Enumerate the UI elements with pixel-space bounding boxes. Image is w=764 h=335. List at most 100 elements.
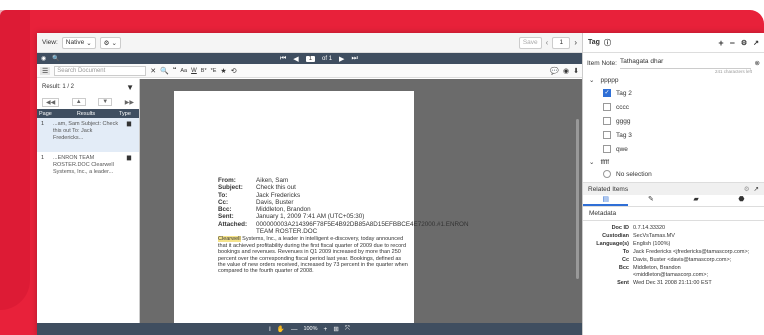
fit-icon[interactable]: ⊞: [333, 325, 338, 333]
tab-document[interactable]: ▤: [583, 195, 629, 206]
col-page: Page: [39, 110, 52, 117]
scrollbar[interactable]: [576, 119, 579, 279]
save-button[interactable]: Save: [518, 36, 542, 49]
chevron-down-icon: ⌄: [86, 39, 92, 47]
metadata-label: Metadata: [583, 207, 764, 221]
tab-attachments[interactable]: ✎: [628, 195, 673, 206]
refresh-icon[interactable]: ⟲: [231, 67, 237, 75]
hand-icon[interactable]: ✋: [277, 325, 285, 333]
table-row[interactable]: 1 ...am, Sam Subject: Check this out To:…: [37, 118, 139, 152]
gear-icon: ⚙: [103, 39, 110, 47]
info-icon[interactable]: ⓘ: [604, 38, 611, 48]
chevron-down-icon: ⌄: [111, 39, 117, 47]
checkbox-icon: [603, 145, 611, 153]
tag-group-name: fffff: [600, 158, 610, 166]
view-label: View:: [42, 39, 58, 46]
review-window: View: Native ⌄ ⚙ ⌄ Save ‹ 1 › ◉ 🔍 ⏮ ◀ 1 of…: [37, 33, 764, 335]
email-field-row: Cc: Davis, Buster: [218, 198, 294, 206]
search-results-panel: Result: 1 / 2 ▼ ◀◀ ▲ ▼ ▶▶ Page Results T…: [37, 79, 140, 323]
next-doc-icon[interactable]: ›: [574, 38, 577, 47]
wildcard-icon[interactable]: *E: [211, 68, 217, 74]
match-case-icon[interactable]: Aa: [180, 68, 187, 74]
view-icon[interactable]: ◉: [563, 67, 569, 75]
col-results: Results: [76, 110, 96, 117]
popout-icon[interactable]: ↗: [753, 39, 759, 47]
filter-icon[interactable]: ▼: [126, 83, 134, 92]
metadata-row: To Jack Fredericks <jfredericks@tamascorp…: [622, 249, 750, 255]
add-icon[interactable]: +: [718, 38, 723, 48]
email-field-row: From: Aiken, Sam: [218, 177, 289, 184]
email-field-row: Bcc: Middleton, Brandon: [218, 206, 311, 214]
eye-icon[interactable]: ◉: [41, 55, 46, 62]
minus-icon[interactable]: −: [730, 38, 735, 48]
prev-result-icon[interactable]: ▲: [71, 98, 86, 106]
result-count: Result: 1 / 2: [42, 84, 75, 90]
first-page-icon[interactable]: ⏮: [280, 55, 286, 63]
download-icon[interactable]: ⬇: [573, 67, 579, 75]
last-page-icon[interactable]: ⏭: [351, 55, 357, 63]
metadata-row: Cc Davis, Buster <davis@tamascorp.com>;: [621, 257, 732, 263]
tag-checkbox-item[interactable]: qwe: [583, 142, 764, 156]
stemming-icon[interactable]: B*: [201, 68, 207, 74]
metadata-row: Sent Wed Dec 31 2008 21:11:00 EST: [617, 280, 712, 286]
chevron-down-icon[interactable]: ⌄: [589, 76, 594, 84]
radio-icon: [603, 170, 611, 178]
gear-icon[interactable]: ⚙: [744, 185, 750, 193]
star-icon[interactable]: ★: [220, 67, 226, 75]
popout-icon[interactable]: ↗: [754, 185, 759, 193]
table-row[interactable]: 1 ...ENRON TEAM ROSTER.DOC Clearwell Sys…: [37, 152, 139, 186]
tag-group-name: ppppp: [600, 76, 619, 84]
clear-search-icon[interactable]: ✕: [150, 67, 156, 75]
zoom-level: 100%: [303, 326, 318, 332]
quote-icon[interactable]: “: [173, 67, 177, 74]
document-icon: ▆: [126, 121, 132, 127]
tag-checkbox-item[interactable]: gggg: [583, 114, 764, 128]
item-note-input[interactable]: Tathagata dhar: [619, 58, 751, 69]
checkbox-icon: [603, 117, 611, 125]
tag-checkbox-item[interactable]: ✓ Tag 2: [583, 86, 764, 100]
checkbox-icon: [603, 131, 611, 139]
navigation-bar: ◉ 🔍 ⏮ ◀ 1 of 1 ▶ ⏭: [37, 53, 582, 64]
document-canvas: From: Aiken, Sam Subject: Check this out To:…: [140, 79, 582, 323]
prev-page-icon[interactable]: ◀: [293, 55, 298, 63]
next-page-icon[interactable]: ▶: [339, 55, 344, 63]
radio-no-selection[interactable]: No selection: [583, 168, 764, 180]
tab-folder[interactable]: ▰: [674, 195, 719, 206]
zoom-in-icon[interactable]: +: [324, 326, 328, 333]
search-icon[interactable]: 🔍: [52, 55, 59, 62]
whole-word-icon[interactable]: W: [191, 68, 197, 74]
metadata-list: Doc ID 0.7.14.33320 Custodian SecVsTamas.MV…: [583, 221, 764, 287]
tag-checkbox-item[interactable]: Tag 3: [583, 128, 764, 142]
search-icon[interactable]: 🔍: [160, 67, 169, 75]
next-result-icon[interactable]: ▼: [98, 98, 113, 106]
metadata-row: Language(s) English (100%): [596, 241, 671, 247]
email-field-row: Sent: January 1, 2009 7:41 AM (UTC+05:30): [218, 213, 365, 221]
tag-checkbox-item[interactable]: cccc: [583, 100, 764, 114]
tag-header: Tag ⓘ + − ⚙ ↗: [583, 33, 764, 53]
search-document-input[interactable]: Search Document: [54, 65, 147, 76]
last-result-icon[interactable]: ▶▶: [125, 99, 134, 106]
email-body: Clearwell Systems, Inc., a leader in int…: [218, 236, 408, 275]
comment-icon[interactable]: 💬: [550, 67, 559, 75]
chevron-down-icon[interactable]: ⌄: [589, 158, 594, 166]
tag-list: ✓ Tag 2 cccc gggg Tag 3 qwe: [583, 86, 764, 156]
item-note-label: Item Note:: [587, 59, 617, 67]
related-items-title: Related Items: [588, 185, 629, 193]
fullscreen-icon[interactable]: ⤧: [345, 325, 350, 333]
document-viewer: View: Native ⌄ ⚙ ⌄ Save ‹ 1 › ◉ 🔍 ⏮ ◀ 1 of…: [37, 33, 582, 335]
col-type: Type: [119, 110, 131, 117]
gear-icon[interactable]: ⚙: [741, 39, 747, 47]
settings-select[interactable]: ⚙ ⌄: [99, 36, 121, 49]
zoom-out-icon[interactable]: —: [291, 326, 298, 333]
text-cursor-icon[interactable]: I: [269, 326, 271, 333]
clear-icon[interactable]: ⊗: [755, 59, 760, 67]
doc-number-input[interactable]: 1: [552, 36, 571, 49]
prev-doc-icon[interactable]: ‹: [546, 38, 549, 47]
tab-tags[interactable]: ⬣: [719, 195, 764, 206]
email-field-row: Attached: 000000003A214396F78F5E4B92DB85A…: [218, 220, 469, 236]
panel-title: Tag: [588, 39, 600, 46]
list-view-icon[interactable]: ☰: [40, 66, 51, 75]
first-result-icon[interactable]: ◀◀: [42, 97, 60, 107]
page-number-input[interactable]: 1: [305, 55, 316, 62]
view-select[interactable]: Native ⌄: [61, 36, 96, 49]
